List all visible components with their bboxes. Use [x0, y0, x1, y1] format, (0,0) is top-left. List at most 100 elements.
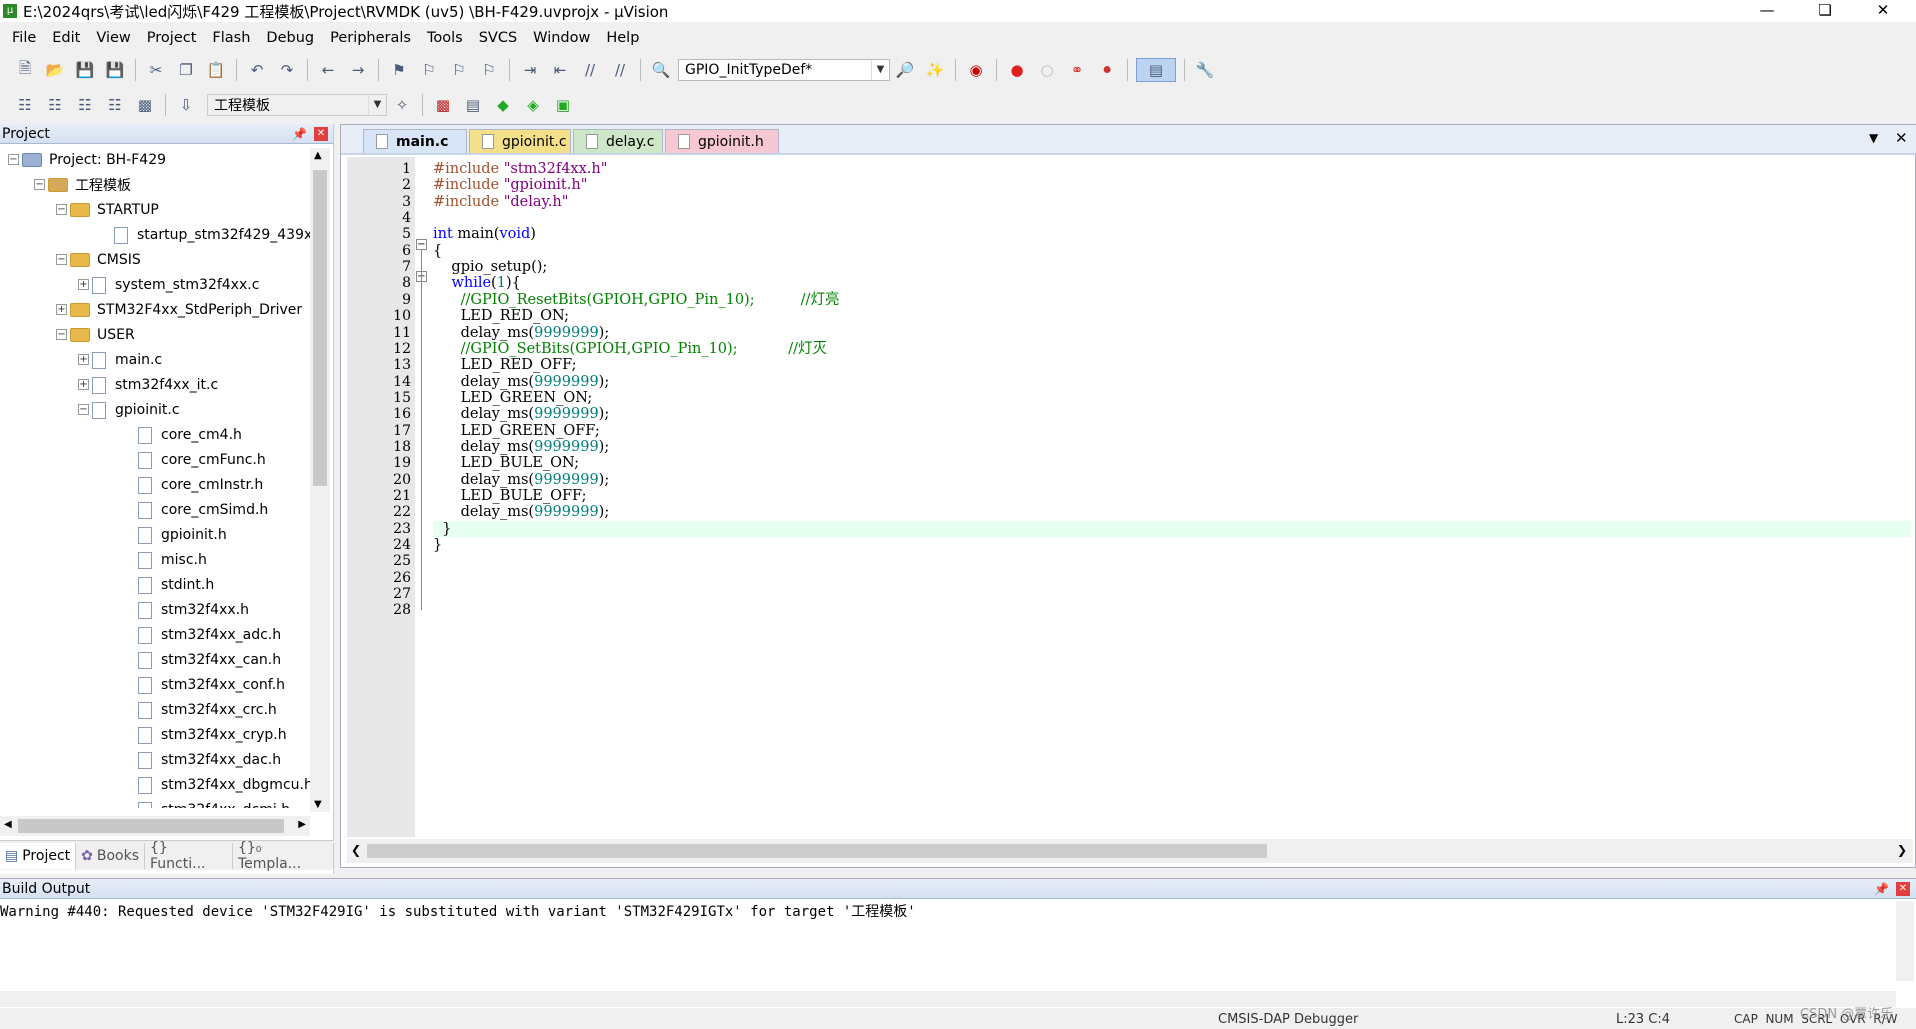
scroll-down-icon[interactable]: ▼	[314, 799, 322, 810]
tree-item[interactable]: stm32f4xx_dac.h	[138, 748, 281, 772]
open-folder-icon[interactable]: 📂	[43, 58, 67, 82]
manage-project-items-icon[interactable]: ▩	[431, 93, 455, 117]
bookmark-icon[interactable]: ⚑	[387, 58, 411, 82]
code-line[interactable]: //GPIO_SetBits(GPIOH,GPIO_Pin_10); //灯灭	[433, 341, 827, 357]
disable-breakpoint-icon[interactable]: ○	[1035, 58, 1059, 82]
disable-all-breakpoints-icon[interactable]: ⚭	[1065, 58, 1089, 82]
editor-hscroll-thumb[interactable]	[367, 844, 1267, 858]
tree-item[interactable]: gpioinit.h	[138, 523, 227, 547]
tree-item[interactable]: misc.h	[138, 548, 207, 572]
code-line[interactable]: delay_ms(9999999);	[433, 504, 610, 520]
manage-rte-icon[interactable]: ▣	[551, 93, 575, 117]
tree-horizontal-scrollbar[interactable]: ◀ ▶	[0, 816, 310, 836]
tree-item[interactable]: stm32f4xx_crc.h	[138, 698, 277, 722]
tree-item[interactable]: stm32f4xx_dbgmcu.h	[138, 773, 310, 797]
configure-icon[interactable]: 🔧	[1193, 58, 1217, 82]
expand-icon[interactable]: +	[78, 354, 89, 365]
select-packs-icon[interactable]: ▤	[461, 93, 485, 117]
find-combo[interactable]: GPIO_InitTypeDef* ▼	[678, 59, 890, 81]
fold-collapse-icon[interactable]: −	[416, 239, 427, 250]
tab-templates[interactable]: {}₀ Templa...	[233, 840, 334, 872]
next-bookmark-icon[interactable]: ⚐	[447, 58, 471, 82]
code-line[interactable]: delay_ms(9999999);	[433, 374, 610, 390]
tab-books[interactable]: ✿ Books	[76, 842, 146, 869]
scroll-left-icon[interactable]: ❮	[351, 843, 361, 857]
menu-svcs[interactable]: SVCS	[471, 30, 525, 46]
code-line[interactable]: int main(void)	[433, 226, 536, 242]
indent-icon[interactable]: ⇥	[518, 58, 542, 82]
tree-item[interactable]: core_cmFunc.h	[138, 448, 266, 472]
run-time-env-icon[interactable]: ◈	[521, 93, 545, 117]
build-output-text[interactable]: Warning #440: Requested device 'STM32F42…	[0, 901, 916, 921]
tab-list-dropdown-icon[interactable]: ▼	[1869, 131, 1878, 145]
code-line[interactable]: LED_GREEN_ON;	[433, 390, 593, 406]
debug-session-icon[interactable]: ◉	[964, 58, 988, 82]
copy-icon[interactable]: ❐	[174, 58, 198, 82]
nav-forward-icon[interactable]: →	[346, 58, 370, 82]
kill-breakpoints-icon[interactable]: ⚫	[1095, 58, 1119, 82]
collapse-icon[interactable]: −	[56, 254, 67, 265]
menu-window[interactable]: Window	[525, 30, 598, 46]
expand-icon[interactable]: +	[78, 279, 89, 290]
close-icon[interactable]: ✕	[1896, 882, 1910, 896]
tree-scroll-thumb[interactable]	[313, 170, 327, 486]
save-icon[interactable]: 💾	[73, 58, 97, 82]
find-in-files-icon[interactable]: 🔍	[649, 58, 673, 82]
group-startup[interactable]: − STARTUP	[56, 198, 159, 222]
code-line[interactable]: while(1){	[433, 275, 520, 291]
restore-button[interactable]: ❏	[1802, 0, 1848, 22]
scroll-left-icon[interactable]: ◀	[4, 819, 12, 830]
code-line[interactable]: }	[433, 537, 442, 553]
stop-build-icon[interactable]: ▩	[133, 93, 157, 117]
code-line[interactable]: LED_BULE_ON;	[433, 455, 579, 471]
rebuild-icon[interactable]: ☷	[73, 93, 97, 117]
collapse-icon[interactable]: −	[8, 154, 19, 165]
collapse-icon[interactable]: −	[78, 404, 89, 415]
prev-bookmark-icon[interactable]: ⚐	[417, 58, 441, 82]
menu-project[interactable]: Project	[139, 30, 205, 46]
tree-item[interactable]: stm32f4xx_adc.h	[138, 623, 281, 647]
incremental-find-icon[interactable]: ✨	[923, 58, 947, 82]
nav-back-icon[interactable]: ←	[316, 58, 340, 82]
menu-flash[interactable]: Flash	[204, 30, 258, 46]
tab-main-c[interactable]: main.c	[363, 129, 467, 153]
tree-item[interactable]: stm32f4xx.h	[138, 598, 249, 622]
file-gpioinit-c[interactable]: − gpioinit.c	[78, 398, 180, 422]
expand-icon[interactable]: +	[78, 379, 89, 390]
tree-item[interactable]: stm32f4xx_dcmi.h	[138, 798, 290, 808]
editor-horizontal-scrollbar[interactable]: ❮ ❯	[347, 839, 1913, 863]
uncomment-icon[interactable]: //	[608, 58, 632, 82]
tree-item[interactable]: core_cm4.h	[138, 423, 242, 447]
target-options-icon[interactable]: ✧	[390, 93, 414, 117]
close-icon[interactable]: ✕	[314, 127, 328, 141]
group-stdperiph[interactable]: + STM32F4xx_StdPeriph_Driver	[56, 298, 302, 322]
menu-help[interactable]: Help	[598, 30, 647, 46]
build-vertical-scrollbar[interactable]	[1896, 901, 1914, 981]
target-node[interactable]: − 工程模板	[34, 173, 131, 197]
code-line[interactable]: }	[433, 520, 1911, 537]
paste-icon[interactable]: 📋	[204, 58, 228, 82]
code-line[interactable]: //GPIO_ResetBits(GPIOH,GPIO_Pin_10); //灯…	[433, 292, 840, 308]
chevron-down-icon[interactable]: ▼	[871, 60, 889, 80]
menu-peripherals[interactable]: Peripherals	[322, 30, 419, 46]
tab-delay-c[interactable]: delay.c	[573, 129, 663, 153]
code-line[interactable]: delay_ms(9999999);	[433, 439, 610, 455]
pin-icon[interactable]: 📌	[1874, 879, 1889, 899]
tab-gpioinit-h[interactable]: gpioinit.h	[665, 129, 779, 153]
file-main-c[interactable]: + main.c	[78, 348, 162, 372]
undo-icon[interactable]: ↶	[245, 58, 269, 82]
build-icon[interactable]: ☷	[43, 93, 67, 117]
close-window-button[interactable]: ✕	[1860, 0, 1906, 22]
project-root[interactable]: − Project: BH-F429	[8, 148, 166, 172]
menu-tools[interactable]: Tools	[419, 30, 471, 46]
tree-item[interactable]: stm32f4xx_can.h	[138, 648, 281, 672]
tree-item[interactable]: core_cmSimd.h	[138, 498, 268, 522]
file-it-c[interactable]: + stm32f4xx_it.c	[78, 373, 218, 397]
menu-debug[interactable]: Debug	[258, 30, 322, 46]
save-all-icon[interactable]: 💾	[103, 58, 127, 82]
group-cmsis[interactable]: − CMSIS	[56, 248, 141, 272]
chevron-down-icon[interactable]: ▼	[368, 95, 386, 115]
code-line[interactable]: LED_GREEN_OFF;	[433, 423, 600, 439]
menu-view[interactable]: View	[88, 30, 138, 46]
code-line[interactable]: gpio_setup();	[433, 259, 547, 275]
